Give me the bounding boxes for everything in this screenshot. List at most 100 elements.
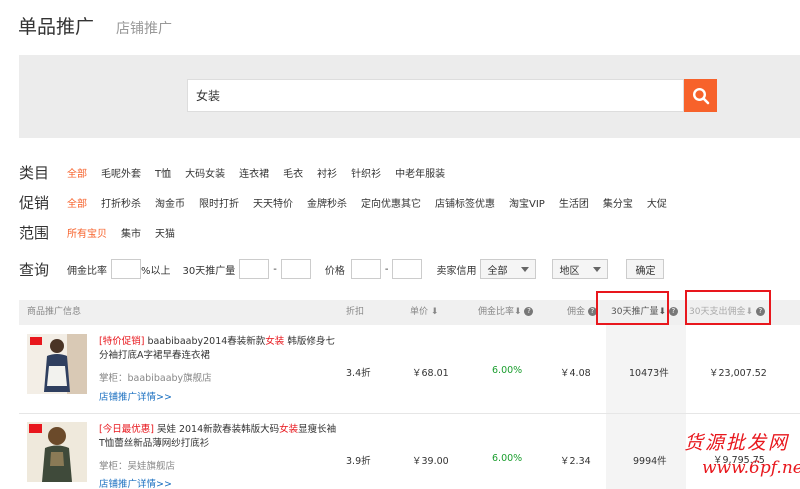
watermark-url: www.6pf.net xyxy=(702,458,800,478)
header-info: 商品推广信息 xyxy=(27,307,82,317)
commission-cell: ￥4.08 xyxy=(560,368,591,379)
discount-cell: 3.9折 xyxy=(346,456,371,467)
category-item[interactable]: 全部 xyxy=(67,165,87,180)
category-item[interactable]: 连衣裙 xyxy=(239,165,269,180)
header-price[interactable]: 单价 ⬇ xyxy=(410,300,438,325)
search-icon xyxy=(692,87,709,104)
sort-down-icon: ⬇ xyxy=(514,307,522,317)
volume-label: 30天推广量 xyxy=(182,265,236,277)
promo-tag: [今日最优惠] xyxy=(99,424,154,435)
tab-shop[interactable]: 店铺推广 xyxy=(116,18,172,38)
promotion-item[interactable]: 淘金币 xyxy=(155,195,185,210)
price-cell: ￥39.00 xyxy=(412,456,449,467)
confirm-button[interactable]: 确定 xyxy=(626,259,665,279)
scope-filter: 范围 所有宝贝 集市 天猫 xyxy=(19,222,189,242)
search-button[interactable] xyxy=(684,79,717,112)
sort-down-icon: ⬇ xyxy=(430,307,439,317)
category-label: 类目 xyxy=(19,163,50,182)
promotion-item[interactable]: 全部 xyxy=(67,195,87,210)
volume-cell: 9994件 xyxy=(633,456,667,467)
category-item[interactable]: 毛呢外套 xyxy=(101,165,141,180)
product-thumbnail[interactable] xyxy=(27,334,87,394)
price-max-input[interactable] xyxy=(392,259,423,279)
category-item[interactable]: 毛衣 xyxy=(283,165,303,180)
table-row[interactable]: [特价促销] baabibaaby2014春装新款女装 韩版修身七分袖打底A字裙… xyxy=(19,325,800,413)
shop-detail-link[interactable]: 店铺推广详情>> xyxy=(99,476,172,489)
scope-label: 范围 xyxy=(19,223,50,242)
product-title[interactable]: [特价促销] baabibaaby2014春装新款女装 韩版修身七分袖打底A字裙… xyxy=(99,335,339,363)
promotion-item[interactable]: 集分宝 xyxy=(603,195,633,210)
volume-min-input[interactable] xyxy=(239,259,270,279)
product-thumbnail[interactable] xyxy=(27,422,87,482)
discount-cell: 3.4折 xyxy=(346,368,371,379)
region-select[interactable]: 地区 xyxy=(552,259,609,279)
promotion-item[interactable]: 淘宝VIP xyxy=(509,195,545,210)
header-rate[interactable]: 佣金比率⬇ ? xyxy=(478,300,534,325)
seller-credit-value: 全部 xyxy=(487,265,508,277)
seller-credit-select[interactable]: 全部 xyxy=(480,259,537,279)
header-price-label: 单价 xyxy=(410,307,429,317)
search-input[interactable] xyxy=(188,80,685,111)
promotion-item[interactable]: 生活团 xyxy=(559,195,589,210)
commission-rate-suffix: %以上 xyxy=(141,265,171,277)
search-band xyxy=(19,55,800,138)
header-commission-label: 佣金 xyxy=(567,307,586,317)
help-icon[interactable]: ? xyxy=(668,307,678,316)
promotion-item[interactable]: 店铺标签优惠 xyxy=(435,195,495,210)
volume-max-input[interactable] xyxy=(280,259,311,279)
help-icon[interactable]: ? xyxy=(524,307,534,316)
promotion-item[interactable]: 打折秒杀 xyxy=(101,195,141,210)
shop-detail-link[interactable]: 店铺推广详情>> xyxy=(99,389,172,403)
category-item[interactable]: 中老年服装 xyxy=(395,165,445,180)
chevron-down-icon xyxy=(521,266,530,272)
seller-credit-label: 卖家信用 xyxy=(436,265,477,277)
volume-dash: - xyxy=(273,263,277,275)
header-rate-label: 佣金比率 xyxy=(478,307,515,317)
promo-tag: [特价促销] xyxy=(99,336,145,347)
price-label: 价格 xyxy=(324,265,345,277)
table-header: 商品推广信息 折扣 单价 ⬇ 佣金比率⬇ ? 佣金 ? 30天推广量⬇ ? 30… xyxy=(19,300,800,325)
promotion-label: 促销 xyxy=(19,193,50,212)
title-part: 吴娃 2014新款春装韩版大码 xyxy=(153,424,280,435)
chevron-down-icon xyxy=(593,266,602,272)
commission-cell: ￥2.34 xyxy=(560,456,591,467)
category-item[interactable]: 针织衫 xyxy=(351,165,381,180)
header-discount-label: 折扣 xyxy=(346,307,365,317)
promotion-item[interactable]: 大促 xyxy=(647,195,667,210)
shop-name: 掌柜：吴娃旗舰店 xyxy=(99,461,176,472)
spend-highlight-box xyxy=(685,290,771,325)
rate-cell: 6.00% xyxy=(492,453,523,464)
product-title[interactable]: [今日最优惠] 吴娃 2014新款春装韩版大码女装显瘦长袖T恤蕾丝新品薄网纱打底… xyxy=(99,423,339,451)
volume-highlight-box xyxy=(596,291,669,325)
search-box xyxy=(187,79,685,112)
promotion-item[interactable]: 天天特价 xyxy=(253,195,293,210)
price-cell: ￥68.01 xyxy=(412,368,449,379)
query-label: 查询 xyxy=(19,260,50,279)
tab-single-product[interactable]: 单品推广 xyxy=(18,12,94,39)
title-keyword: 女装 xyxy=(279,424,299,435)
promotion-item[interactable]: 限时打折 xyxy=(199,195,239,210)
promotion-item[interactable]: 金牌秒杀 xyxy=(307,195,347,210)
commission-rate-label: 佣金比率 xyxy=(67,265,107,277)
scope-item[interactable]: 所有宝贝 xyxy=(67,225,107,240)
query-row: 查询 佣金比率 %以上 30天推广量 - 价格 - 卖家信用 全部 地区 确定 xyxy=(19,258,665,280)
category-item[interactable]: 大码女装 xyxy=(185,165,225,180)
header-commission[interactable]: 佣金 ? xyxy=(567,300,597,325)
scope-item[interactable]: 集市 xyxy=(121,225,141,240)
spend-cell: ￥23,007.52 xyxy=(709,368,767,379)
volume-cell: 10473件 xyxy=(629,368,669,379)
header-discount[interactable]: 折扣 xyxy=(346,300,364,325)
rate-cell: 6.00% xyxy=(492,365,523,376)
category-item[interactable]: 衬衫 xyxy=(317,165,337,180)
price-min-input[interactable] xyxy=(350,259,381,279)
category-item[interactable]: T恤 xyxy=(155,165,171,180)
page-tabs: 单品推广 店铺推广 xyxy=(18,12,172,42)
watermark-text: 货源批发网 xyxy=(684,432,790,454)
promotion-filter: 促销 全部 打折秒杀 淘金币 限时打折 天天特价 金牌秒杀 定向优惠其它 店铺标… xyxy=(19,192,681,212)
commission-rate-input[interactable] xyxy=(111,259,141,279)
scope-item[interactable]: 天猫 xyxy=(155,225,175,240)
table-row[interactable]: [今日最优惠] 吴娃 2014新款春装韩版大码女装显瘦长袖T恤蕾丝新品薄网纱打底… xyxy=(19,414,800,489)
category-filter: 类目 全部 毛呢外套 T恤 大码女装 连衣裙 毛衣 衬衫 针织衫 中老年服装 xyxy=(19,162,459,182)
promotion-item[interactable]: 定向优惠其它 xyxy=(361,195,421,210)
title-keyword: 女装 xyxy=(265,336,285,347)
